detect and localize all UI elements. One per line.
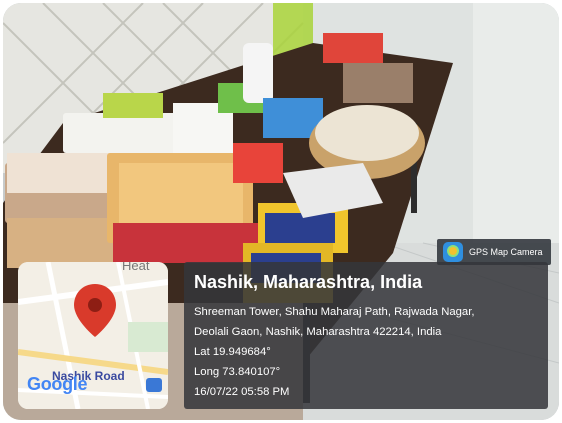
- badge-label: GPS Map Camera: [469, 247, 543, 257]
- address-line-1: Shreeman Tower, Shahu Maharaj Path, Rajw…: [194, 306, 475, 318]
- location-map-thumbnail: Heat Nashik Road Google: [18, 262, 168, 409]
- latitude-text: Lat 19.949684°: [194, 346, 271, 358]
- location-info-panel: Nashik, Maharashtra, India Shreeman Towe…: [184, 262, 548, 409]
- bus-stop-icon: [146, 378, 162, 392]
- location-title: Nashik, Maharashtra, India: [194, 272, 423, 292]
- longitude-text: Long 73.840107°: [194, 366, 281, 378]
- gps-map-camera-app-icon: [443, 242, 463, 262]
- map-partial-label: Heat: [122, 262, 150, 273]
- google-logo: Google: [27, 374, 88, 394]
- timestamp-text: 16/07/22 05:58 PM: [194, 386, 290, 398]
- address-line-2: Deolali Gaon, Nashik, Maharashtra 422214…: [194, 326, 442, 338]
